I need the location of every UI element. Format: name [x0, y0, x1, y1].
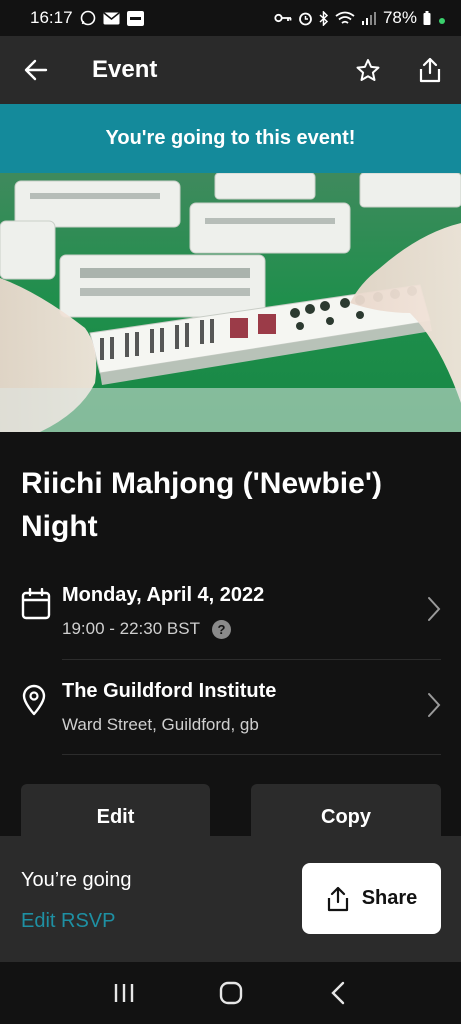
- mahjong-photo-illustration: [0, 173, 461, 432]
- share-button[interactable]: Share: [302, 863, 441, 934]
- whatsapp-icon: [80, 10, 96, 26]
- event-details: Riichi Mahjong ('Newbie') Night Monday, …: [0, 432, 461, 836]
- system-nav-bar: [0, 962, 461, 1024]
- copy-button-label: Copy: [321, 806, 371, 828]
- location-row[interactable]: The Guildford Institute Ward Street, Gui…: [0, 680, 461, 760]
- wifi-icon: [335, 11, 355, 26]
- edit-rsvp-link[interactable]: Edit RSVP: [21, 910, 115, 933]
- share-icon: [327, 886, 348, 911]
- home-icon: [219, 981, 242, 1005]
- chevron-left-icon: [330, 981, 344, 1005]
- attending-banner: You're going to this event!: [0, 104, 461, 173]
- page-title: Event: [92, 56, 158, 83]
- location-pin-icon: [21, 684, 47, 721]
- home-button[interactable]: [201, 962, 261, 1024]
- calendar-icon: [21, 587, 51, 625]
- event-photo: [0, 173, 461, 432]
- alarm-icon: [298, 11, 313, 26]
- divider: [62, 754, 441, 755]
- edit-button[interactable]: Edit: [21, 784, 210, 836]
- share-top-button[interactable]: [399, 36, 461, 104]
- key-icon: [274, 12, 292, 24]
- status-bar: 16:17 78%: [0, 0, 461, 36]
- charging-dot: [439, 18, 445, 24]
- event-time: 19:00 - 22:30 BST: [62, 619, 200, 638]
- rsvp-bar: You’re going Edit RSVP Share: [0, 836, 461, 962]
- star-icon: [356, 58, 380, 81]
- mail-icon: [103, 11, 120, 25]
- share-button-label: Share: [361, 887, 418, 909]
- ebay-icon: [126, 10, 144, 26]
- rsvp-status: You’re going: [21, 869, 132, 891]
- recent-apps-button[interactable]: [94, 962, 154, 1024]
- battery-icon: [423, 11, 431, 25]
- battery-percent: 78%: [382, 8, 417, 27]
- edit-button-label: Edit: [96, 806, 135, 828]
- arrow-left-icon: [24, 59, 48, 81]
- copy-button[interactable]: Copy: [251, 784, 441, 836]
- timezone-help-icon[interactable]: ?: [211, 619, 231, 639]
- banner-text: You're going to this event!: [105, 127, 356, 149]
- recent-apps-icon: [114, 984, 133, 1002]
- chevron-right-icon: [427, 596, 441, 627]
- system-back-button[interactable]: [308, 962, 368, 1024]
- bluetooth-icon: [319, 10, 329, 26]
- status-time: 16:17: [30, 8, 73, 27]
- back-button[interactable]: [0, 36, 72, 104]
- share-icon: [419, 57, 441, 83]
- divider: [62, 659, 441, 660]
- date-row[interactable]: Monday, April 4, 2022 19:00 - 22:30 BST …: [0, 584, 461, 664]
- event-date: Monday, April 4, 2022: [62, 584, 265, 606]
- venue-address: Ward Street, Guildford, gb: [62, 715, 259, 734]
- app-bar: Event: [0, 36, 461, 104]
- event-title: Riichi Mahjong ('Newbie') Night: [21, 467, 382, 543]
- signal-icon: [361, 11, 377, 25]
- chevron-right-icon: [427, 692, 441, 723]
- favorite-button[interactable]: [337, 36, 399, 104]
- venue-name: The Guildford Institute: [62, 680, 277, 702]
